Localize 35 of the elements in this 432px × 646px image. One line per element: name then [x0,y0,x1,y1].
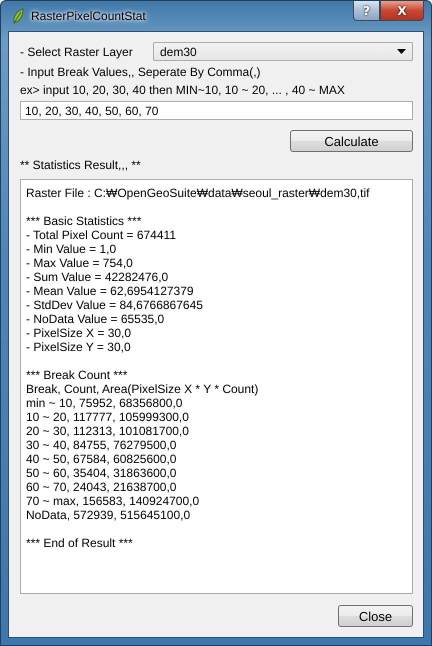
result-line: - NoData Value = 65535,0 [26,312,166,326]
result-line: *** Break Count *** [26,368,128,382]
calculate-button[interactable]: Calculate [290,130,413,152]
result-line: - Max Value = 754,0 [26,256,134,270]
result-line: 30 ~ 40, 84755, 76279500,0 [26,438,178,452]
result-line: min ~ 10, 75952, 68356800,0 [26,396,184,410]
caret-icon [397,49,406,54]
result-line: - StdDev Value = 84,6766867645 [26,298,204,312]
result-line: 60 ~ 70, 24043, 21638700,0 [26,480,178,494]
layer-label: - Select Raster Layer [20,44,133,58]
result-line: - PixelSize X = 30,0 [26,326,132,340]
breaks-example: ex> input 10, 20, 30, 40 then MIN~10, 10 ~ 20, ... , 40 ~ MAX [20,83,346,97]
result-line: - Sum Value = 42282476,0 [26,270,170,284]
result-line: 50 ~ 60, 35404, 31863600,0 [26,466,178,480]
breaks-label: - Input Break Values,, Seperate By Comma(,) [20,65,262,79]
result-line: - Min Value = 1,0 [26,242,118,256]
result-line: - Mean Value = 62,6954127379 [26,284,195,298]
result-line: NoData, 572939, 515645100,0 [26,508,192,522]
result-line: - PixelSize Y = 30,0 [26,340,132,354]
result-label: ** Statistics Result,,, ** [20,158,142,172]
result-line: Raster File : C:₩OpenGeoSuite₩data₩seoul_raster₩dem30,tif [26,186,370,200]
result-line: Break, Count, Area(PixelSize X * Y * Count) [26,382,260,396]
result-line: 10 ~ 20, 117777, 105999300,0 [26,410,190,424]
result-line: 70 ~ max, 156583, 140924700,0 [26,494,200,508]
result-line: *** Basic Statistics *** [26,214,142,228]
result-line: - Total Pixel Count = 674411 [26,228,177,242]
close-dialog-button[interactable]: Close [338,605,413,627]
result-line: *** End of Result *** [26,536,134,550]
window-title: RasterPixelCountStat [31,9,147,23]
result-line: 20 ~ 30, 112313, 101081700,0 [26,424,190,438]
window-close-button[interactable]: X [380,1,424,21]
layer-dropdown[interactable]: dem30 [153,42,413,61]
breaks-input[interactable]: 10, 20, 30, 40, 50, 60, 70 [20,101,413,120]
result-line: 40 ~ 50, 67584, 60825600,0 [26,452,178,466]
leaf-icon [11,8,25,24]
